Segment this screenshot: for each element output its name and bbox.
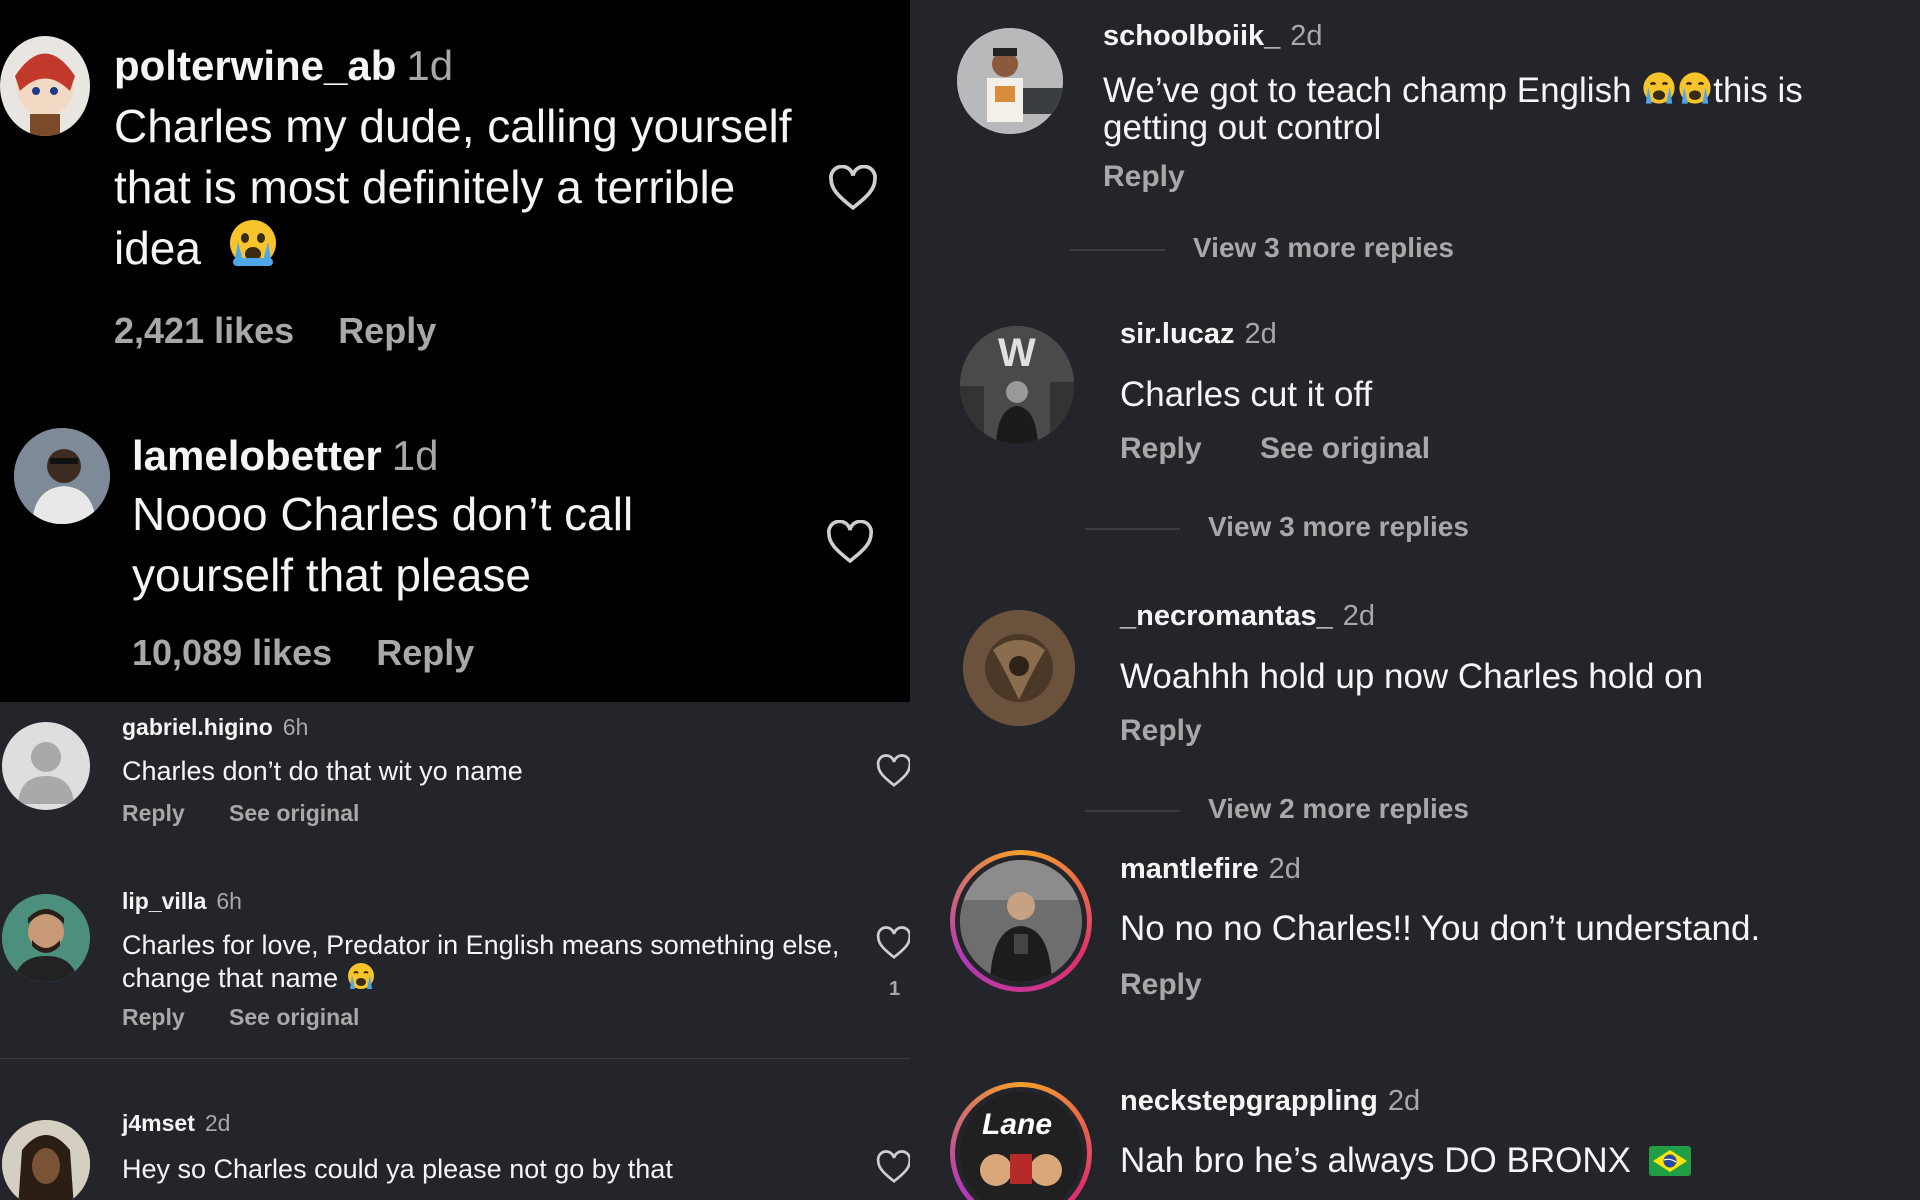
reply-button[interactable]: Reply	[1120, 432, 1202, 465]
username[interactable]: gabriel.higino	[122, 714, 273, 740]
view-more-replies-button[interactable]: View 3 more replies	[1085, 511, 1469, 543]
user-avatar[interactable]	[963, 610, 1075, 726]
comment-text: Woahhh hold up now Charles hold on	[1120, 657, 1704, 696]
comment-actions: Reply See original	[122, 800, 359, 827]
comment-actions: Reply See original	[1120, 432, 1430, 466]
comment-text: Charles my dude, calling yourself that i…	[114, 100, 792, 274]
divider	[0, 1058, 910, 1059]
comment-time: 2d	[204, 1110, 231, 1136]
comments-panel-bottom-left: gabriel.higino 6h Charles don’t do that w…	[0, 702, 910, 1200]
comment-actions: 10,089 likes Reply	[132, 632, 474, 674]
username[interactable]: mantlefire	[1120, 853, 1259, 885]
username[interactable]: polterwine_ab	[114, 42, 396, 89]
comments-panel-right: schoolboiik_ 2d We’ve got to teach champ …	[910, 0, 1920, 1200]
comment-time: 6h	[216, 888, 242, 914]
see-original-button[interactable]: See original	[229, 800, 359, 826]
comment-actions: Reply	[1120, 968, 1202, 1002]
like-heart-icon[interactable]	[876, 754, 910, 788]
comment-header: polterwine_ab 1d	[114, 42, 453, 90]
username[interactable]: lip_villa	[122, 888, 206, 914]
comment-time: 2d	[1268, 853, 1301, 885]
brazil-flag-icon	[1648, 1146, 1691, 1176]
comment-text: Charles don’t do that wit yo name	[122, 756, 523, 786]
comment-header: j4mset 2d	[122, 1110, 230, 1137]
loudly-crying-face-icon	[1641, 70, 1677, 106]
comment-text: Charles for love, Predator in English me…	[122, 930, 840, 993]
reply-button[interactable]: Reply	[1120, 714, 1202, 747]
comment-header: lamelobetter 1d	[132, 432, 438, 480]
reply-button[interactable]: Reply	[338, 310, 436, 351]
comment-header: gabriel.higino 6h	[122, 714, 308, 741]
username[interactable]: schoolboiik_	[1103, 20, 1280, 52]
comment-actions: 2,421 likes Reply	[114, 310, 436, 352]
comment-text: Hey so Charles could ya please not go by…	[122, 1154, 673, 1184]
reply-button[interactable]: Reply	[122, 800, 185, 826]
like-heart-icon[interactable]	[876, 1150, 910, 1184]
like-heart-icon[interactable]	[828, 165, 878, 211]
svg-text:W: W	[998, 331, 1036, 375]
reply-button[interactable]: Reply	[1120, 968, 1202, 1001]
like-count[interactable]: 10,089 likes	[132, 632, 332, 673]
comment-header: lip_villa 6h	[122, 888, 242, 915]
comment-text: Nah bro he’s always DO BRONX	[1120, 1142, 1900, 1179]
story-ring[interactable]: Lane	[950, 1082, 1092, 1200]
comment-time: 6h	[282, 714, 309, 740]
loudly-crying-face-icon	[1677, 70, 1713, 106]
story-ring[interactable]	[950, 850, 1092, 992]
comment-text: We’ve got to teach champ English this is…	[1103, 70, 1803, 147]
comment-header: _necromantas_ 2d	[1120, 600, 1375, 633]
comment-text: No no no Charles!! You don’t understand.	[1120, 909, 1761, 948]
user-avatar[interactable]	[2, 1120, 90, 1200]
comment-actions: Reply	[1120, 714, 1202, 748]
comment-time: 1d	[391, 432, 439, 479]
comment-actions: Reply	[1103, 160, 1185, 194]
like-count[interactable]: 2,421 likes	[114, 310, 294, 351]
comments-panel-top-left: polterwine_ab 1d Charles my dude, calling…	[0, 0, 910, 702]
default-user-avatar[interactable]	[2, 722, 90, 810]
avatar-logo-text: Lane	[982, 1108, 1052, 1141]
user-avatar	[960, 860, 1082, 982]
comment-time: 2d	[1244, 318, 1277, 350]
reply-button[interactable]: Reply	[122, 1004, 185, 1030]
view-more-replies-button[interactable]: View 3 more replies	[1070, 232, 1454, 264]
like-count: 1	[889, 978, 901, 1000]
comment-time: 2d	[1387, 1085, 1421, 1117]
comment-time: 2d	[1290, 20, 1323, 52]
see-original-button[interactable]: See original	[1260, 432, 1430, 465]
crying-face-icon	[228, 218, 278, 268]
reply-button[interactable]: Reply	[376, 632, 474, 673]
loudly-crying-face-icon	[346, 961, 376, 991]
username[interactable]: neckstepgrappling	[1120, 1085, 1378, 1117]
username[interactable]: sir.lucaz	[1120, 318, 1234, 350]
comment-time: 2d	[1342, 600, 1376, 632]
like-heart-icon[interactable]	[826, 520, 874, 564]
user-avatar[interactable]	[0, 36, 90, 136]
username[interactable]: lamelobetter	[132, 432, 382, 479]
comment-text: Noooo Charles don’t call yourself that p…	[132, 488, 634, 601]
see-original-button[interactable]: See original	[229, 1004, 359, 1030]
comment-header: sir.lucaz 2d	[1120, 318, 1277, 351]
comment-header: schoolboiik_ 2d	[1103, 20, 1323, 53]
user-avatar[interactable]	[957, 28, 1063, 134]
comment-actions: Reply See original	[122, 1004, 359, 1031]
username[interactable]: j4mset	[122, 1110, 195, 1136]
user-avatar[interactable]	[14, 428, 110, 524]
user-avatar[interactable]: W	[960, 326, 1074, 444]
comment-header: mantlefire 2d	[1120, 853, 1301, 886]
comment-text: Charles cut it off	[1120, 375, 1373, 414]
view-more-replies-button[interactable]: View 2 more replies	[1085, 793, 1469, 825]
like-heart-icon[interactable]	[876, 926, 910, 960]
reply-button[interactable]: Reply	[1103, 160, 1185, 193]
comment-time: 1d	[406, 42, 454, 89]
comment-header: neckstepgrappling 2d	[1120, 1085, 1420, 1118]
username[interactable]: _necromantas_	[1120, 600, 1333, 632]
user-avatar[interactable]	[2, 894, 90, 982]
